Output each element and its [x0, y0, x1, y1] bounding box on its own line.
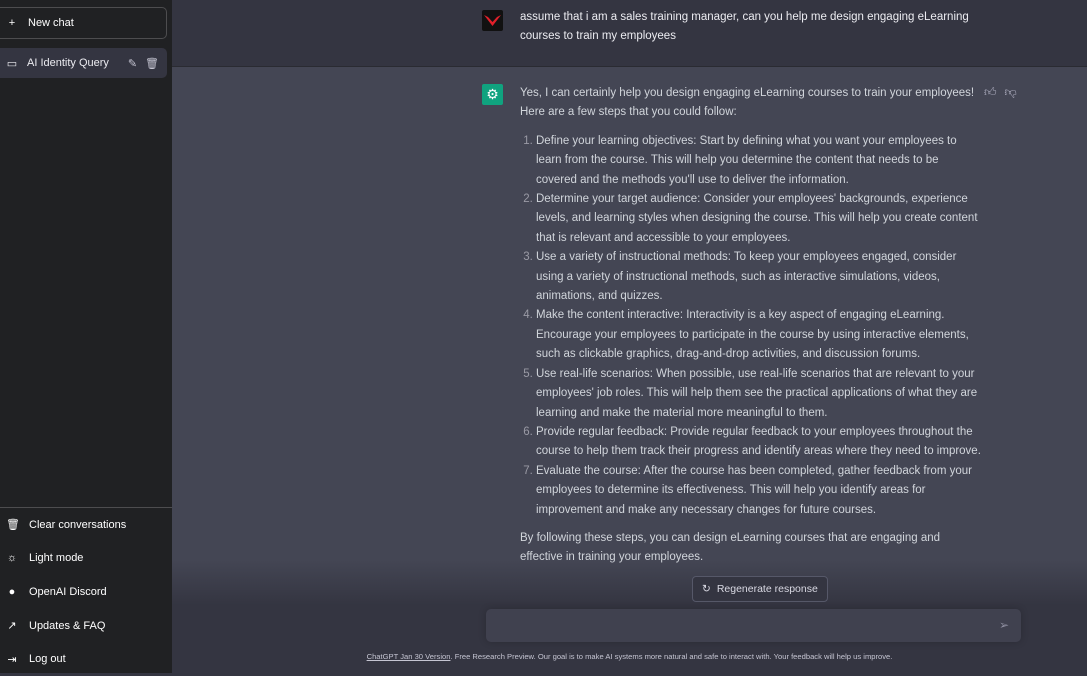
step: Use real-life scenarios: When possible, … — [536, 365, 982, 423]
user-message-row: assume that i am a sales training manage… — [172, 0, 1087, 67]
updates-faq-link[interactable]: ↗ Updates & FAQ — [0, 609, 172, 643]
step: Provide regular feedback: Provide regula… — [536, 423, 982, 462]
chat-main: assume that i am a sales training manage… — [172, 0, 1087, 673]
plus-icon: + — [8, 17, 16, 29]
conversation-title: AI Identity Query — [27, 57, 109, 69]
conversation-item[interactable]: ▭ AI Identity Query ✎ 🗑︎ — [0, 48, 167, 78]
sun-icon: ☼ — [6, 552, 18, 565]
clear-conversations-button[interactable]: 🗑︎ Clear conversations — [0, 508, 172, 542]
thumbs-up-icon[interactable]: 👍︎ — [984, 85, 997, 100]
step: Make the content interactive: Interactiv… — [536, 306, 982, 364]
chat-bubble-icon: ▭ — [6, 57, 18, 70]
step: Evaluate the course: After the course ha… — [536, 462, 982, 520]
step: Use a variety of instructional methods: … — [536, 248, 982, 306]
logout-button[interactable]: ⇥ Log out — [0, 642, 172, 676]
sidebar-bottom-menu: 🗑︎ Clear conversations ☼ Light mode ● OpenA… — [0, 507, 172, 676]
light-mode-button[interactable]: ☼ Light mode — [0, 542, 172, 576]
footer: ChatGPT Jan 30 Version. Free Research Pr… — [172, 652, 1087, 661]
send-icon[interactable]: ➢ — [999, 618, 1009, 632]
discord-icon: ● — [8, 585, 16, 598]
new-chat-button[interactable]: + New chat — [0, 7, 167, 39]
user-avatar — [482, 10, 503, 31]
assistant-message-row: ⚙ Yes, I can certainly help you design e… — [172, 67, 1087, 627]
edit-icon[interactable]: ✎ — [128, 57, 137, 70]
label: Light mode — [29, 552, 84, 565]
thumbs-down-icon[interactable]: 👎︎ — [1005, 85, 1017, 100]
openai-logo-icon: ⚙ — [482, 84, 503, 105]
message-input[interactable]: ➢ — [486, 609, 1021, 642]
refresh-icon: ↻ — [702, 583, 711, 595]
label: Updates & FAQ — [29, 619, 106, 632]
footer-text: . Free Research Preview. Our goal is to … — [450, 652, 893, 661]
regenerate-response-button[interactable]: ↻ Regenerate response — [692, 576, 828, 602]
label: Log out — [29, 653, 66, 666]
label: Clear conversations — [29, 518, 127, 531]
step: Define your learning objectives: Start b… — [536, 132, 982, 190]
sidebar: + New chat ▭ AI Identity Query ✎ 🗑︎ 🗑︎ Cle… — [0, 0, 172, 673]
trash-icon: 🗑︎ — [6, 519, 20, 532]
external-link-icon: ↗ — [7, 620, 17, 633]
step: Determine your target audience: Consider… — [536, 190, 982, 248]
version-link[interactable]: ChatGPT Jan 30 Version — [367, 652, 451, 661]
logout-icon: ⇥ — [7, 653, 17, 666]
new-chat-label: New chat — [28, 17, 74, 29]
trash-icon[interactable]: 🗑︎ — [145, 57, 159, 70]
regenerate-label: Regenerate response — [716, 583, 818, 595]
discord-link[interactable]: ● OpenAI Discord — [0, 575, 172, 609]
intro: Yes, I can certainly help you design eng… — [520, 87, 975, 119]
user-message-text: assume that i am a sales training manage… — [520, 11, 969, 43]
steps-list: Define your learning objectives: Start b… — [520, 132, 982, 520]
assistant-message-text: Yes, I can certainly help you design eng… — [520, 84, 982, 568]
label: OpenAI Discord — [29, 585, 107, 598]
